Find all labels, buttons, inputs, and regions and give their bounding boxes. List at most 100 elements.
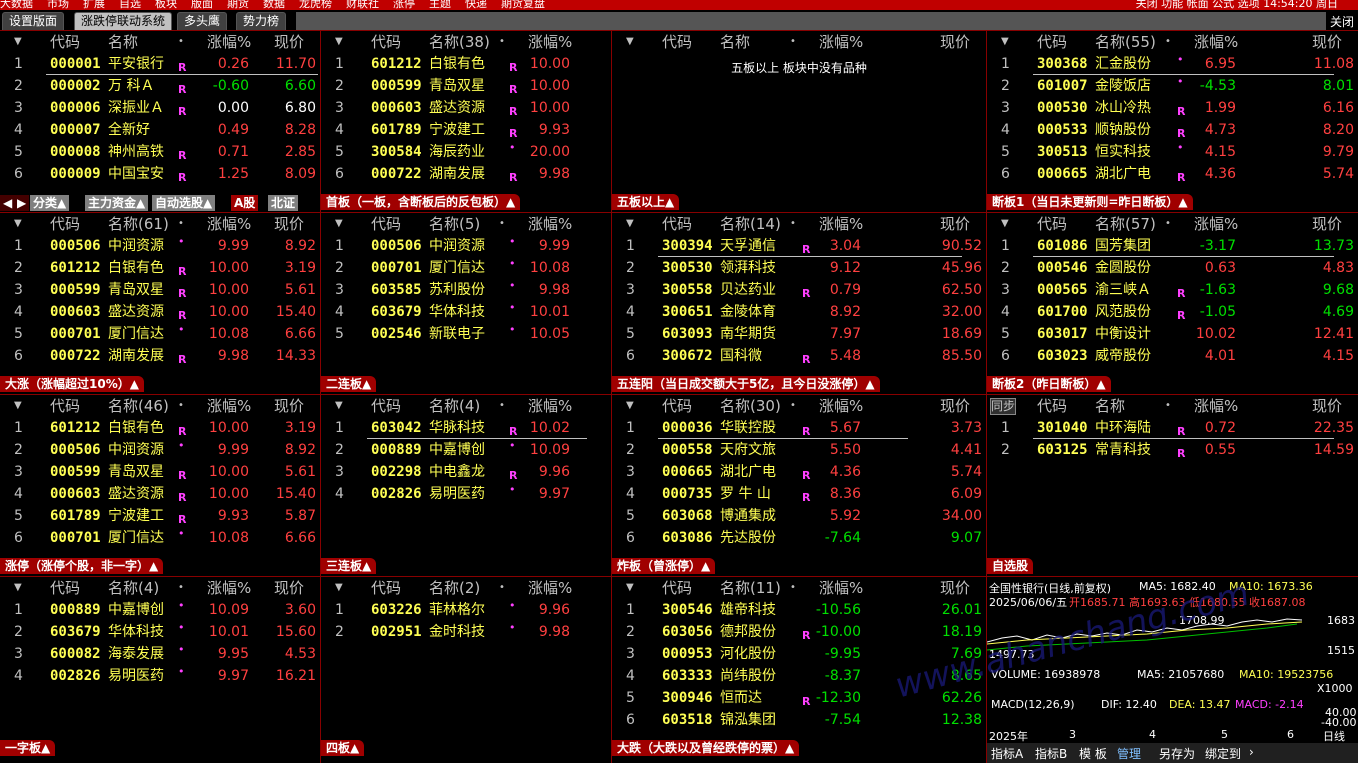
column-header-price[interactable]: 现价 bbox=[940, 31, 970, 53]
table-row[interactable]: 1 000889 中嘉博创 • 10.09 3.60 bbox=[0, 599, 320, 621]
table-row[interactable]: 1 301040 中环海陆 R 0.72 22.35 bbox=[987, 417, 1358, 439]
table-row[interactable]: 5 000701 厦门信达 • 10.08 6.66 bbox=[0, 323, 320, 345]
table-row[interactable]: 1 603226 菲林格尔 • 9.96 bbox=[321, 599, 611, 621]
table-row[interactable]: 1 601212 白银有色 R 10.00 3.19 bbox=[0, 417, 320, 439]
tab-main-fund[interactable]: 主力资金▲ bbox=[85, 195, 150, 211]
menu-item[interactable]: 涨停 bbox=[393, 0, 415, 9]
menu-item[interactable]: 期货复盘 bbox=[501, 0, 545, 9]
panel-label-tab[interactable]: 炸板（曾涨停）▲ bbox=[612, 558, 716, 574]
table-row[interactable]: 2 000506 中润资源 • 9.99 8.92 bbox=[0, 439, 320, 461]
column-header-pct[interactable]: 涨幅% bbox=[819, 213, 863, 235]
table-row[interactable]: 3 000953 河化股份 -9.95 7.69 bbox=[612, 643, 986, 665]
tab-limit-system[interactable]: 涨跌停联动系统 bbox=[74, 12, 173, 30]
column-header-pct[interactable]: 涨幅% bbox=[819, 395, 863, 417]
column-header-pct[interactable]: 涨幅% bbox=[819, 31, 863, 53]
column-header-price[interactable]: 现价 bbox=[1312, 213, 1342, 235]
table-row[interactable]: 6 603086 先达股份 -7.64 9.07 bbox=[612, 527, 986, 549]
sort-arrow-icon[interactable]: ▼ bbox=[1001, 213, 1009, 235]
table-row[interactable]: 2 603125 常青科技 R 0.55 14.59 bbox=[987, 439, 1358, 461]
table-row[interactable]: 6 000009 中国宝安 R 1.25 8.09 bbox=[0, 163, 320, 185]
column-header-pct[interactable]: 涨幅% bbox=[1194, 31, 1238, 53]
column-header-code[interactable]: 代码 bbox=[1037, 31, 1067, 53]
table-row[interactable]: 2 000889 中嘉博创 • 10.09 bbox=[321, 439, 611, 461]
tab-layout-settings[interactable]: 设置版面 bbox=[2, 12, 65, 30]
table-row[interactable]: 3 000599 青岛双星 R 10.00 5.61 bbox=[0, 279, 320, 301]
table-row[interactable]: 2 000701 厦门信达 • 10.08 bbox=[321, 257, 611, 279]
table-row[interactable]: 4 002826 易明医药 • 9.97 16.21 bbox=[0, 665, 320, 687]
menu-item[interactable]: 自选 bbox=[119, 0, 141, 9]
tab-beijing[interactable]: 北证 bbox=[268, 195, 300, 211]
column-header-price[interactable]: 现价 bbox=[940, 213, 970, 235]
column-header-code[interactable]: 代码 bbox=[662, 395, 692, 417]
table-row[interactable]: 4 000603 盛达资源 R 10.00 15.40 bbox=[0, 301, 320, 323]
menu-item[interactable]: 快递 bbox=[465, 0, 487, 9]
column-header-name[interactable]: 名称(55) bbox=[1095, 31, 1156, 53]
panel-label-tab[interactable]: 大涨（涨幅超过10%）▲ bbox=[0, 376, 144, 392]
manage-button[interactable]: 管理 bbox=[1117, 745, 1141, 762]
column-header-price[interactable]: 现价 bbox=[274, 577, 304, 599]
next-arrow-icon[interactable]: ▶ bbox=[14, 195, 31, 211]
save-as-button[interactable]: 另存为 bbox=[1159, 745, 1195, 762]
menu-item[interactable]: 版面 bbox=[191, 0, 213, 9]
column-header-code[interactable]: 代码 bbox=[662, 213, 692, 235]
menu-item[interactable]: 期货 bbox=[227, 0, 249, 9]
table-row[interactable]: 2 601212 白银有色 R 10.00 3.19 bbox=[0, 257, 320, 279]
table-row[interactable]: 6 000665 湖北广电 R 4.36 5.74 bbox=[987, 163, 1358, 185]
column-header-code[interactable]: 代码 bbox=[371, 31, 401, 53]
column-header-pct[interactable]: 涨幅% bbox=[819, 577, 863, 599]
table-row[interactable]: 6 000701 厦门信达 • 10.08 6.66 bbox=[0, 527, 320, 549]
table-row[interactable]: 2 300530 领湃科技 9.12 45.96 bbox=[612, 257, 986, 279]
menu-item[interactable]: 大数据 bbox=[0, 0, 33, 9]
table-row[interactable]: 4 300651 金陵体育 8.92 32.00 bbox=[612, 301, 986, 323]
table-row[interactable]: 1 601212 白银有色 R 10.00 bbox=[321, 53, 611, 75]
column-header-code[interactable]: 代码 bbox=[662, 31, 692, 53]
table-row[interactable]: 3 000665 湖北广电 R 4.36 5.74 bbox=[612, 461, 986, 483]
column-header-code[interactable]: 代码 bbox=[50, 577, 80, 599]
sort-arrow-icon[interactable]: ▼ bbox=[335, 31, 343, 53]
table-row[interactable]: 4 603333 尚纬股份 -8.37 8.65 bbox=[612, 665, 986, 687]
column-header-code[interactable]: 代码 bbox=[50, 213, 80, 235]
panel-label-tab[interactable]: 断板2（昨日断板）▲ bbox=[987, 376, 1111, 392]
column-header-name[interactable]: 名称(2) bbox=[429, 577, 480, 599]
table-row[interactable]: 1 601086 国芳集团 -3.17 13.73 bbox=[987, 235, 1358, 257]
table-row[interactable]: 3 000603 盛达资源 R 10.00 bbox=[321, 97, 611, 119]
template-button[interactable]: 模 板 bbox=[1079, 745, 1107, 762]
table-row[interactable]: 2 000558 天府文旅 5.50 4.41 bbox=[612, 439, 986, 461]
sort-arrow-icon[interactable]: ▼ bbox=[14, 213, 22, 235]
close-button[interactable]: 关闭 bbox=[1330, 13, 1354, 30]
table-row[interactable]: 4 002826 易明医药 • 9.97 bbox=[321, 483, 611, 505]
table-row[interactable]: 1 603042 华脉科技 R 10.02 bbox=[321, 417, 611, 439]
column-header-code[interactable]: 代码 bbox=[371, 395, 401, 417]
table-row[interactable]: 4 601700 风范股份 R -1.05 4.69 bbox=[987, 301, 1358, 323]
tab-auto-pick[interactable]: 自动选股▲ bbox=[152, 195, 217, 211]
menu-item[interactable]: 主题 bbox=[429, 0, 451, 9]
table-row[interactable]: 4 000007 全新好 0.49 8.28 bbox=[0, 119, 320, 141]
panel-label-tab[interactable]: 二连板▲ bbox=[321, 376, 377, 392]
table-row[interactable]: 6 603023 威帝股份 4.01 4.15 bbox=[987, 345, 1358, 367]
table-row[interactable]: 4 601789 宁波建工 R 9.93 bbox=[321, 119, 611, 141]
column-header-name[interactable]: 名称(5) bbox=[429, 213, 480, 235]
table-row[interactable]: 3 300558 贝达药业 R 0.79 62.50 bbox=[612, 279, 986, 301]
table-row[interactable]: 1 000506 中润资源 • 9.99 bbox=[321, 235, 611, 257]
table-row[interactable]: 2 000599 青岛双星 R 10.00 bbox=[321, 75, 611, 97]
sort-arrow-icon[interactable]: ▼ bbox=[335, 395, 343, 417]
panel-label-tab[interactable]: 三连板▲ bbox=[321, 558, 377, 574]
table-row[interactable]: 3 002298 中电鑫龙 R 9.96 bbox=[321, 461, 611, 483]
column-header-name[interactable]: 名称(38) bbox=[429, 31, 490, 53]
table-row[interactable]: 1 000506 中润资源 • 9.99 8.92 bbox=[0, 235, 320, 257]
column-header-name[interactable]: 名称 bbox=[108, 31, 138, 53]
column-header-name[interactable]: 名称(11) bbox=[720, 577, 781, 599]
panel-label-tab[interactable]: 四板▲ bbox=[321, 740, 365, 756]
menu-item[interactable]: 数据 bbox=[263, 0, 285, 9]
column-header-name[interactable]: 名称(14) bbox=[720, 213, 781, 235]
column-header-pct[interactable]: 涨幅% bbox=[207, 31, 251, 53]
table-row[interactable]: 4 603679 华体科技 • 10.01 bbox=[321, 301, 611, 323]
column-header-pct[interactable]: 涨幅% bbox=[1194, 213, 1238, 235]
column-header-pct[interactable]: 涨幅% bbox=[207, 213, 251, 235]
column-header-name[interactable]: 名称(30) bbox=[720, 395, 781, 417]
table-row[interactable]: 4 000735 罗 牛 山 R 8.36 6.09 bbox=[612, 483, 986, 505]
table-row[interactable]: 2 002951 金时科技 • 9.98 bbox=[321, 621, 611, 643]
sort-arrow-icon[interactable]: ▼ bbox=[335, 213, 343, 235]
table-row[interactable]: 1 000001 平安银行 R 0.26 11.70 bbox=[0, 53, 320, 75]
panel-label-tab[interactable]: 涨停（涨停个股，非一字）▲ bbox=[0, 558, 164, 574]
